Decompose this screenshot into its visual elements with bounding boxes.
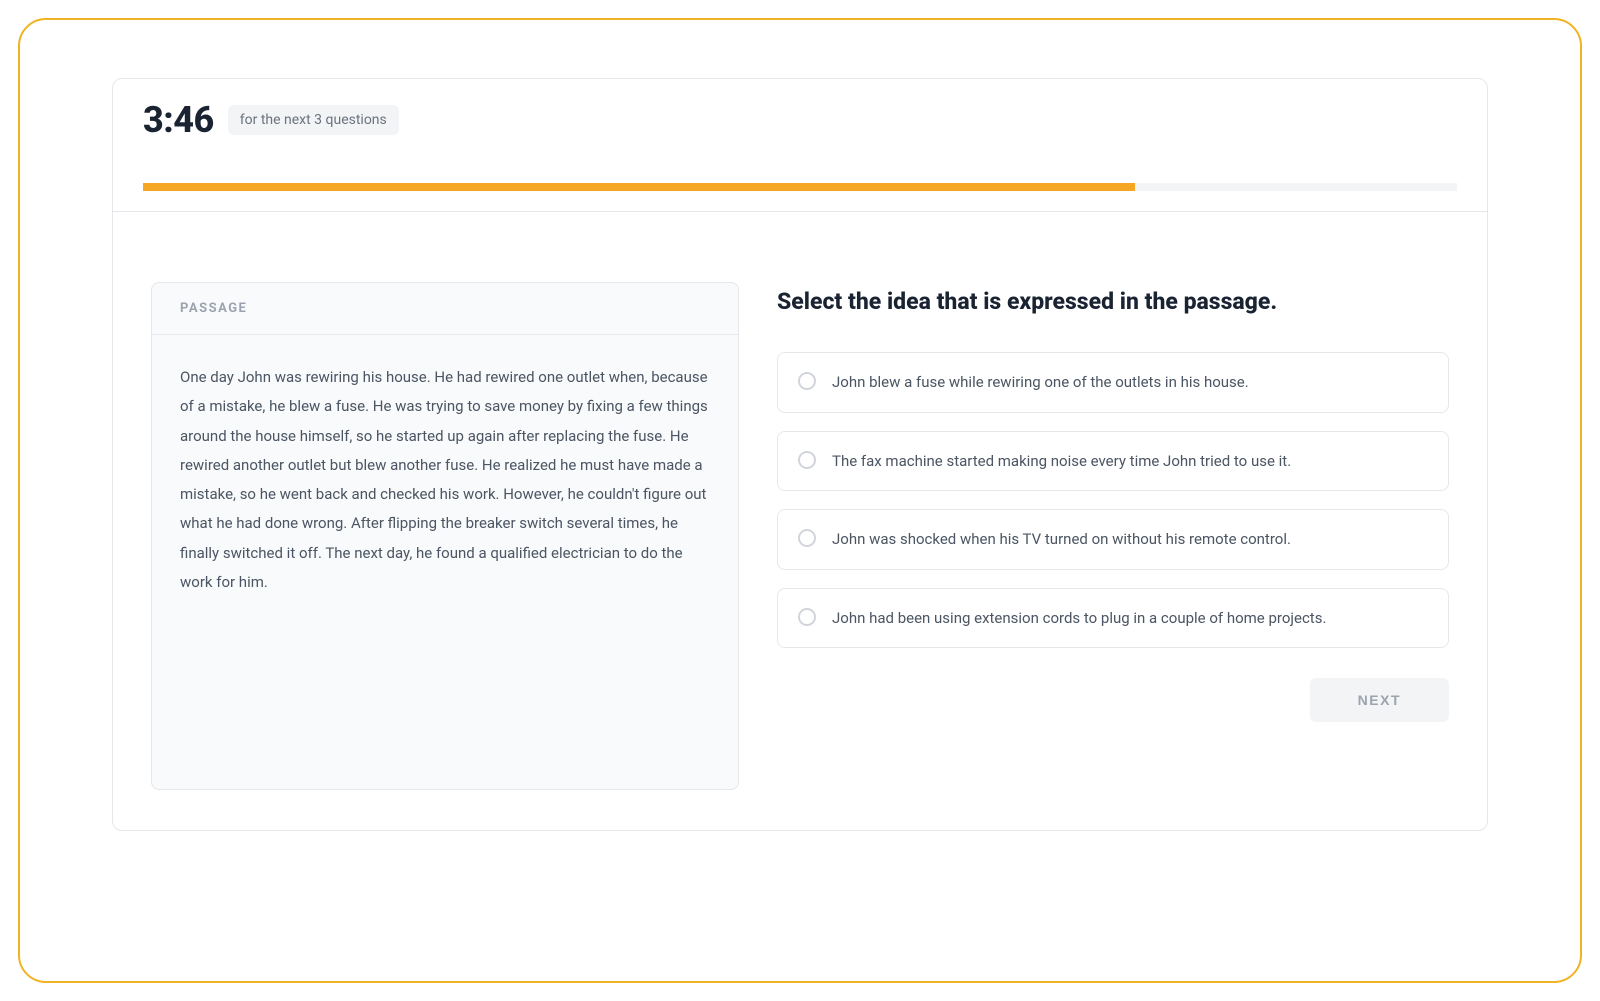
option-item-0[interactable]: John blew a fuse while rewiring one of t…	[777, 352, 1449, 413]
header-section: 3:46 for the next 3 questions	[113, 79, 1487, 236]
option-text: John blew a fuse while rewiring one of t…	[832, 371, 1249, 394]
timer-badge: for the next 3 questions	[228, 105, 399, 135]
passage-column: PASSAGE One day John was rewiring his ho…	[151, 282, 739, 790]
radio-icon	[798, 451, 816, 469]
button-row: NEXT	[777, 678, 1449, 722]
radio-icon	[798, 608, 816, 626]
question-column: Select the idea that is expressed in the…	[777, 282, 1449, 790]
option-text: John was shocked when his TV turned on w…	[832, 528, 1291, 551]
next-button[interactable]: NEXT	[1310, 678, 1449, 722]
radio-icon	[798, 372, 816, 390]
radio-icon	[798, 529, 816, 547]
progress-bar	[143, 183, 1135, 191]
passage-header: PASSAGE	[152, 283, 738, 335]
option-item-3[interactable]: John had been using extension cords to p…	[777, 588, 1449, 649]
quiz-card: 3:46 for the next 3 questions PASSAGE On…	[112, 78, 1488, 831]
content-area: PASSAGE One day John was rewiring his ho…	[113, 236, 1487, 830]
option-item-1[interactable]: The fax machine started making noise eve…	[777, 431, 1449, 492]
question-title: Select the idea that is expressed in the…	[777, 286, 1449, 318]
timer-row: 3:46 for the next 3 questions	[143, 99, 1457, 141]
passage-box: PASSAGE One day John was rewiring his ho…	[151, 282, 739, 790]
option-text: John had been using extension cords to p…	[832, 607, 1326, 630]
divider	[113, 211, 1487, 212]
progress-container	[143, 183, 1457, 191]
outer-frame: 3:46 for the next 3 questions PASSAGE On…	[18, 18, 1582, 983]
passage-body: One day John was rewiring his house. He …	[152, 335, 738, 625]
option-text: The fax machine started making noise eve…	[832, 450, 1291, 473]
options-list: John blew a fuse while rewiring one of t…	[777, 352, 1449, 648]
option-item-2[interactable]: John was shocked when his TV turned on w…	[777, 509, 1449, 570]
timer-value: 3:46	[143, 99, 214, 141]
